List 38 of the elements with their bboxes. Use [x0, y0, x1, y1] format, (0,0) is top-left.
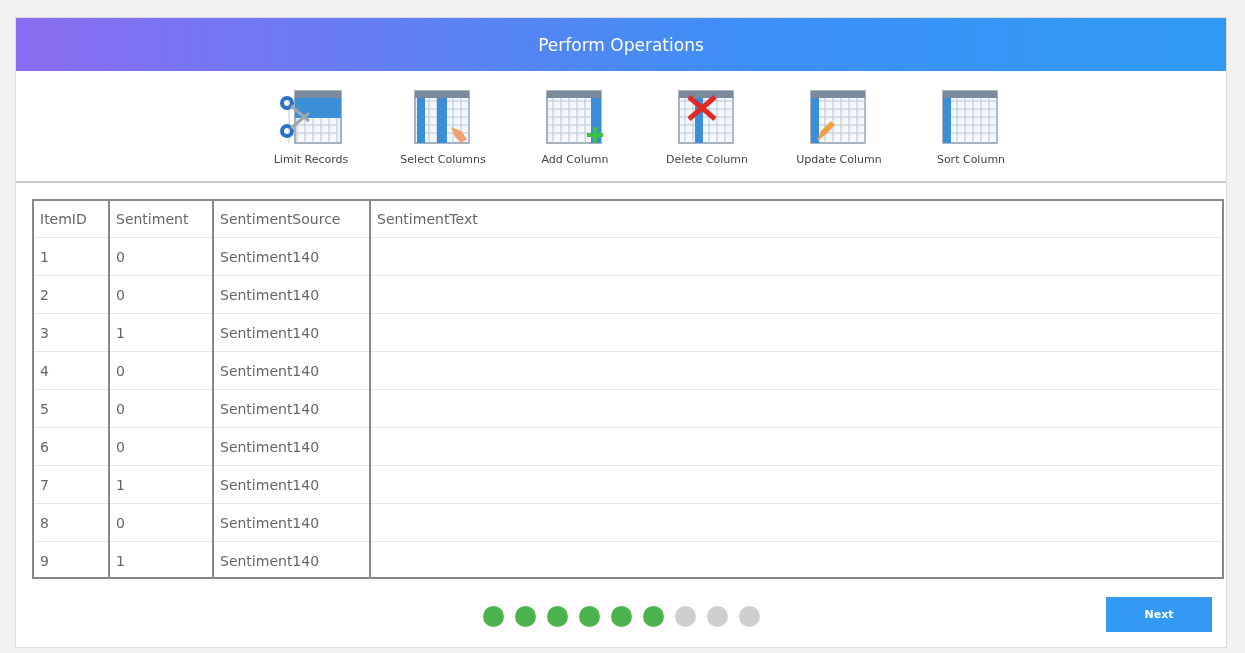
table-cell: 4	[34, 351, 109, 390]
tool-button[interactable]: Add Column	[520, 86, 630, 166]
table-cell: 0	[109, 503, 213, 542]
table-cell: Sentiment140	[213, 541, 370, 577]
tool-button[interactable]: Limit Records	[256, 86, 366, 166]
column-header: ItemID	[34, 201, 109, 238]
table-cell: 0	[109, 275, 213, 314]
table-cell: Sentiment140	[213, 351, 370, 390]
tool-button[interactable]: Update Column	[784, 86, 894, 166]
table-cell: Sentiment140	[213, 465, 370, 504]
table-cell: 5	[34, 389, 109, 428]
column-header: SentimentText	[370, 201, 1222, 238]
table-cell: 3	[34, 313, 109, 352]
column-header: Sentiment	[109, 201, 213, 238]
table-cell: Sentiment140	[213, 313, 370, 352]
table-cell: 0	[109, 389, 213, 428]
table-cell: 7	[34, 465, 109, 504]
table-cell: 1	[109, 313, 213, 352]
table-cell: Sentiment140	[213, 427, 370, 466]
table-cell: 2	[34, 275, 109, 314]
tool-button[interactable]: Sort Column	[916, 86, 1026, 166]
table-cell: 0	[109, 237, 213, 276]
table-cell: 0	[109, 427, 213, 466]
tool-button[interactable]: Delete Column	[652, 86, 762, 166]
column-header: SentimentSource	[213, 201, 370, 238]
tool-button[interactable]: Select Columns	[388, 86, 498, 166]
table-cell: 1	[109, 541, 213, 577]
table-cell: 9	[34, 541, 109, 577]
page-title: Perform Operations	[538, 34, 704, 55]
table-cell: 1	[109, 465, 213, 504]
table-cell: Sentiment140	[213, 275, 370, 314]
table-cell: 1	[34, 237, 109, 276]
table-cell: 0	[109, 351, 213, 390]
table-cell: Sentiment140	[213, 503, 370, 542]
table-cell: 8	[34, 503, 109, 542]
table-cell: Sentiment140	[213, 389, 370, 428]
table-cell: 6	[34, 427, 109, 466]
table-cell: Sentiment140	[213, 237, 370, 276]
